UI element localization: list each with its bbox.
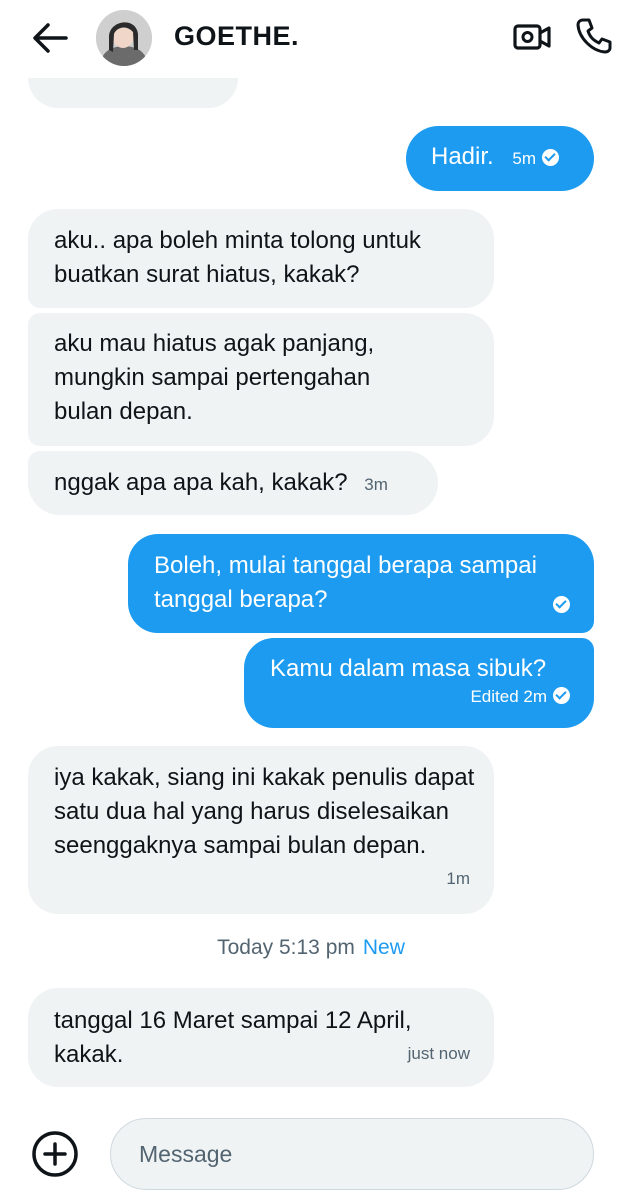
- phone-call-button[interactable]: [574, 16, 614, 56]
- message-bubble-outgoing[interactable]: Boleh, mulai tanggal berapa sampai tangg…: [128, 534, 594, 633]
- date-divider: Today 5:13 pm New: [0, 936, 622, 960]
- seen-check-icon: [542, 149, 559, 166]
- contact-name[interactable]: GOETHE.: [174, 21, 299, 52]
- seen-check-icon: [553, 596, 570, 613]
- message-text: Kamu dalam masa sibuk?: [270, 655, 547, 682]
- message-text: nggak apa apa kah, kakak?: [54, 469, 348, 496]
- message-placeholder: Message: [139, 1141, 233, 1167]
- message-time: 3m: [364, 475, 388, 494]
- message-input[interactable]: Message: [110, 1118, 594, 1190]
- back-button[interactable]: [30, 20, 70, 56]
- chat-header: GOETHE.: [0, 0, 622, 78]
- message-bubble-incoming[interactable]: tanggal 16 Maret sampai 12 April, kakak.…: [28, 988, 494, 1087]
- message-time: just now: [407, 1044, 470, 1063]
- message-time: Edited 2m: [470, 687, 547, 706]
- message-bubble-incoming[interactable]: aku mau hiatus agak panjang, mungkin sam…: [28, 313, 494, 446]
- message-text: Hadir.: [431, 143, 494, 170]
- phone-icon: [576, 18, 612, 54]
- message-bubble-incoming[interactable]: iya kakak, siang ini kakak penulis dapat…: [28, 746, 494, 914]
- seen-check-icon: [553, 687, 570, 704]
- avatar[interactable]: [96, 10, 152, 66]
- plus-circle-icon: [32, 1131, 78, 1177]
- divider-timestamp: Today 5:13 pm: [217, 936, 355, 959]
- arrow-left-icon: [33, 23, 68, 53]
- message-text: aku.. apa boleh minta tolong untuk buatk…: [54, 227, 421, 288]
- message-time: 1m: [446, 869, 470, 888]
- message-bubble-incoming[interactable]: nggak apa apa kah, kakak? 3m: [28, 451, 438, 515]
- add-attachment-button[interactable]: [30, 1129, 80, 1179]
- message-bubble-outgoing[interactable]: Kamu dalam masa sibuk? Edited 2m: [244, 638, 594, 728]
- message-text: iya kakak, siang ini kakak penulis dapat…: [54, 764, 475, 859]
- new-badge: New: [362, 936, 405, 959]
- message-bubble-incoming[interactable]: aku.. apa boleh minta tolong untuk buatk…: [28, 209, 494, 308]
- message-time: 5m: [512, 149, 536, 168]
- message-text: Boleh, mulai tanggal berapa sampai tangg…: [154, 552, 537, 613]
- message-text: tanggal 16 Maret sampai 12 April, kakak.: [54, 1007, 412, 1068]
- avatar-image: [96, 10, 152, 66]
- message-bubble-outgoing[interactable]: Hadir. 5m: [406, 126, 594, 191]
- message-text: aku mau hiatus agak panjang, mungkin sam…: [54, 330, 375, 425]
- video-call-icon: [513, 24, 551, 50]
- video-call-button[interactable]: [510, 18, 554, 56]
